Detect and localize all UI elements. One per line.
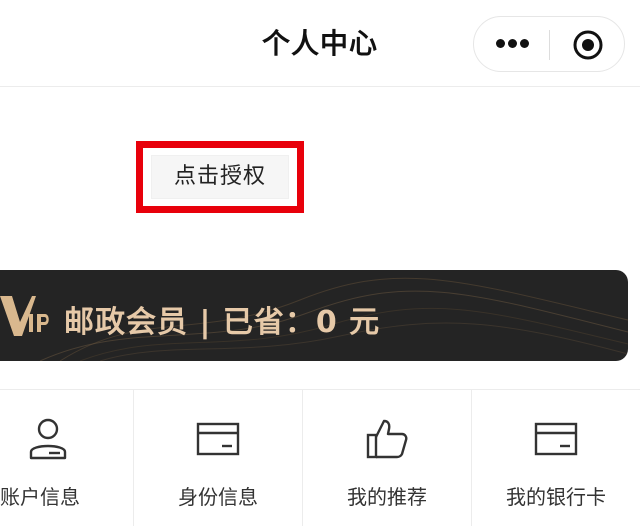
- id-card-icon: [196, 422, 240, 456]
- menu-item-account-info[interactable]: 账户信息: [0, 390, 133, 526]
- menu-item-label: 我的推荐: [347, 485, 427, 509]
- thumbs-up-icon: [366, 419, 408, 459]
- authorize-button[interactable]: 点击授权: [151, 155, 289, 199]
- bank-card-icon: [534, 422, 578, 456]
- person-icon: [29, 418, 67, 460]
- auth-highlight-frame: 点击授权: [136, 141, 304, 213]
- vip-savings-text: 邮政会员 | 已省：0 元: [64, 305, 381, 340]
- more-icon[interactable]: [496, 39, 530, 49]
- vip-logo: [0, 296, 49, 336]
- menu-grid: 账户信息 身份信息 我的推荐 我的银行卡: [0, 389, 640, 526]
- close-circle-icon[interactable]: [572, 29, 604, 61]
- vip-banner[interactable]: 邮政会员 | 已省：0 元: [0, 270, 628, 361]
- menu-item-label: 身份信息: [178, 485, 258, 509]
- menu-item-my-bank-cards[interactable]: 我的银行卡: [471, 390, 640, 526]
- menu-item-identity-info[interactable]: 身份信息: [133, 390, 302, 526]
- navigation-bar: 个人中心: [0, 0, 640, 87]
- menu-item-my-recommendations[interactable]: 我的推荐: [302, 390, 471, 526]
- menu-item-label: 账户信息: [0, 485, 80, 509]
- menu-item-label: 我的银行卡: [506, 485, 606, 509]
- capsule-divider: [549, 30, 550, 60]
- mini-program-capsule: [473, 16, 625, 72]
